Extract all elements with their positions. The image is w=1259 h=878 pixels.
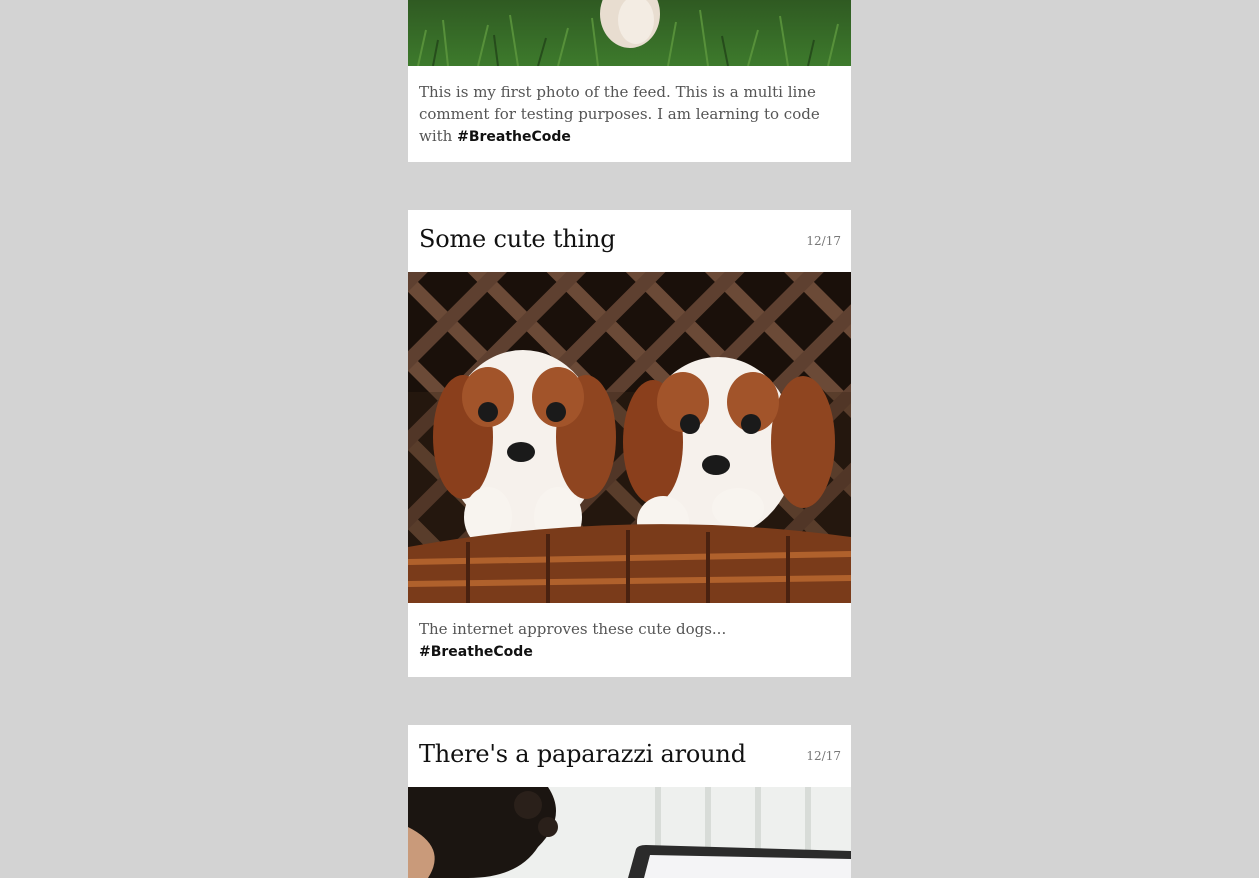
post-photo[interactable] [408,272,851,603]
post-caption: This is my first photo of the feed. This… [408,66,851,162]
post-title: There's a paparazzi around [419,740,746,768]
hashtag-link[interactable]: #BreatheCode [419,644,533,660]
post-date: 12/17 [806,234,841,248]
post-photo[interactable] [408,787,851,878]
feed-post: Some cute thing 12/17 The internet appro… [408,210,851,677]
photo-grass-pet-icon [408,0,851,66]
feed-post: There's a paparazzi around 12/17 [408,725,851,878]
post-caption: The internet approves these cute dogs...… [408,603,851,677]
post-header: There's a paparazzi around 12/17 [408,725,851,787]
photo-puppies-in-basket-icon [408,272,851,603]
post-date: 12/17 [806,749,841,763]
feed-post: This is my first photo of the feed. This… [408,0,851,162]
caption-text: The internet approves these cute dogs... [419,620,727,638]
post-header: Some cute thing 12/17 [408,210,851,272]
photo-person-with-laptop-icon [408,787,851,878]
post-photo[interactable] [408,0,851,66]
hashtag-link[interactable]: #BreatheCode [457,129,571,145]
post-title: Some cute thing [419,225,616,253]
